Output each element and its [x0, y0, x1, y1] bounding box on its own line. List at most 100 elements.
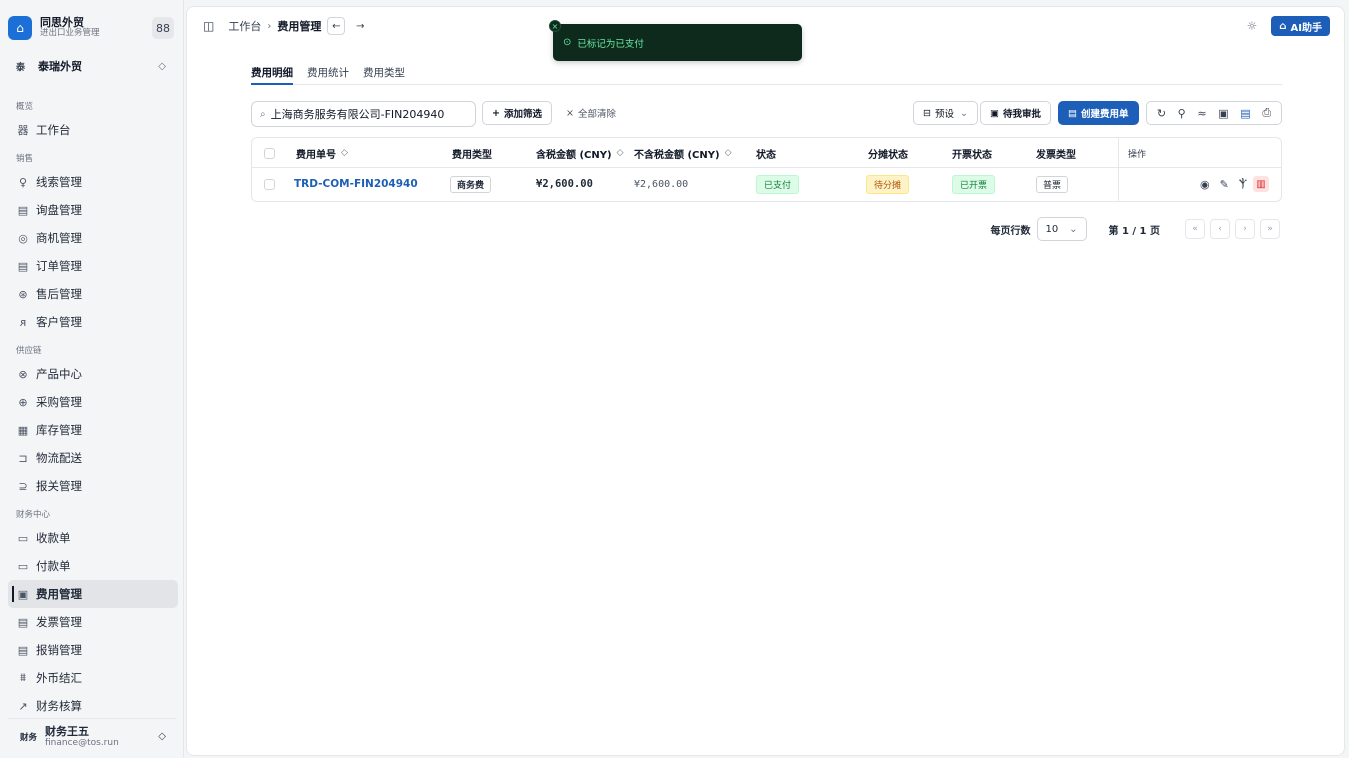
- refresh-icon[interactable]: ↻: [1157, 107, 1166, 120]
- sidebar-toggle-icon[interactable]: ◫: [203, 19, 214, 33]
- create-expense-label: 创建费用单: [1080, 109, 1129, 120]
- x-icon: ×: [566, 107, 574, 119]
- close-icon[interactable]: ×: [549, 20, 561, 32]
- sidebar-item-fx-settlement[interactable]: ⩩ 外币结汇: [8, 664, 178, 692]
- column-type: 费用类型: [452, 149, 492, 161]
- row-checkbox[interactable]: [264, 178, 275, 190]
- sidebar-item-purchasing[interactable]: ⊕ 采购管理: [8, 388, 178, 416]
- preset-label: 预设: [934, 109, 954, 120]
- select-all-checkbox[interactable]: [264, 147, 275, 159]
- file-icon[interactable]: ▤: [1240, 107, 1250, 120]
- customs-icon: ⊇: [18, 479, 28, 493]
- add-filter-button[interactable]: + 添加筛选: [482, 101, 552, 125]
- sidebar-item-dashboard[interactable]: 器工作台: [8, 116, 178, 144]
- sidebar-item-payments[interactable]: ▭ 付款单: [8, 552, 178, 580]
- toolbar: ⌕ 上海商务服务有限公司-FIN204940 + 添加筛选 × 全部清除 ⊟ 预…: [251, 101, 1282, 127]
- chevron-down-icon: ⌄: [959, 107, 968, 119]
- tab-expense-details[interactable]: 费用明细: [251, 61, 293, 85]
- sidebar-item-label: 询盘管理: [36, 203, 82, 217]
- header-label: 不含税金额 (CNY): [634, 149, 720, 161]
- app-subtitle: 进出口业务管理: [40, 28, 100, 39]
- package-icon: ⊕: [18, 395, 28, 409]
- sidebar-item-accounting[interactable]: ↗ 财务核算: [8, 692, 178, 720]
- back-arrow-icon[interactable]: ←: [327, 17, 346, 35]
- sidebar-item-receipts[interactable]: ▭ 收款单: [8, 524, 178, 552]
- expense-table: 费用单号 ◇ 费用类型 含税金额 (CNY) ◇ 不含税金额 (CNY) ◇ 状态 分…: [251, 137, 1282, 202]
- breadcrumb-root[interactable]: 工作台: [228, 18, 261, 34]
- pending-approval-button[interactable]: ▣ 待我审批: [980, 101, 1051, 125]
- page-info: 第 1 / 1 页: [1108, 225, 1161, 237]
- sidebar-item-reimbursements[interactable]: ▤ 报销管理: [8, 636, 178, 664]
- target-icon: ◎: [18, 231, 28, 245]
- sort-icon: ◇: [341, 148, 348, 158]
- truck-icon: ⊐: [18, 451, 28, 465]
- column-tax-incl[interactable]: 含税金额 (CNY) ◇: [536, 138, 624, 168]
- create-expense-button[interactable]: ▤ 创建费用单: [1058, 101, 1139, 125]
- next-page-icon[interactable]: ›: [1235, 219, 1255, 239]
- sidebar-item-label: 订单管理: [36, 259, 82, 273]
- bug-icon[interactable]: ☼: [1247, 19, 1258, 33]
- last-page-icon[interactable]: »: [1260, 219, 1280, 239]
- pencil-icon[interactable]: ✎: [1220, 178, 1229, 191]
- preset-dropdown[interactable]: ⊟ 预设 ⌄: [913, 101, 978, 125]
- forward-arrow-icon[interactable]: →: [351, 17, 369, 35]
- trash-icon[interactable]: ▥: [1253, 176, 1269, 192]
- sidebar-item-customs[interactable]: ⊇ 报关管理: [8, 472, 178, 500]
- user-name: 财务王五: [45, 724, 90, 738]
- expense-number-link[interactable]: TRD-COM-FIN204940: [294, 178, 418, 190]
- trend-up-icon: ↗: [18, 699, 28, 713]
- ai-assistant-button[interactable]: ⌂ AI助手: [1271, 16, 1330, 36]
- building-icon: ⌂: [8, 16, 32, 40]
- sidebar-item-label: 外币结汇: [36, 671, 82, 685]
- clear-all-button[interactable]: × 全部清除: [557, 101, 625, 125]
- search-icon: ⌕: [260, 108, 266, 120]
- page-size-value: 10: [1045, 223, 1059, 235]
- sidebar: ⌂ 同思外贸 进出口业务管理 88 泰 泰瑞外贸 ◇ 概览 器工作台 销售 ♀ 线…: [0, 0, 184, 758]
- sidebar-item-inventory[interactable]: ▦ 库存管理: [8, 416, 178, 444]
- table-actions: ↻ ⚲ ≈ ▣ ▤ ⎙: [1146, 101, 1282, 125]
- app-switcher-icon[interactable]: 88: [152, 17, 174, 39]
- product-icon: ⊗: [18, 367, 28, 381]
- sidebar-item-customers[interactable]: ᴙ 客户管理: [8, 308, 178, 336]
- chevron-updown-icon: ◇: [158, 731, 166, 742]
- sidebar-item-aftersales[interactable]: ⊛ 售后管理: [8, 280, 178, 308]
- export-icon[interactable]: ▣: [1218, 107, 1228, 120]
- receipt-icon: ▤: [1068, 107, 1077, 119]
- invoice-icon: ▤: [17, 615, 29, 629]
- column-tax-excl[interactable]: 不含税金额 (CNY) ◇: [634, 138, 732, 168]
- page-size-select[interactable]: 10 ⌄: [1036, 217, 1087, 241]
- sidebar-item-invoices[interactable]: ▤ 发票管理: [8, 608, 178, 636]
- prev-page-icon[interactable]: ‹: [1210, 219, 1230, 239]
- user-icon: ᴙ: [19, 315, 27, 329]
- nav-section-title: 概览: [16, 102, 34, 112]
- sidebar-item-label: 财务核算: [36, 699, 82, 713]
- split-icon[interactable]: Ⲯ: [1239, 177, 1247, 191]
- sidebar-item-label: 商机管理: [36, 231, 82, 245]
- tab-expense-types[interactable]: 费用类型: [363, 61, 405, 85]
- sidebar-item-inquiries[interactable]: ▤ 询盘管理: [8, 196, 178, 224]
- tenant-switcher[interactable]: 泰 泰瑞外贸 ◇: [8, 54, 176, 78]
- first-page-icon[interactable]: «: [1185, 219, 1205, 239]
- columns-icon[interactable]: ≈: [1197, 107, 1206, 120]
- tenant-name: 泰瑞外贸: [38, 60, 82, 73]
- sidebar-item-expenses[interactable]: ▣ 费用管理: [8, 580, 178, 608]
- eye-icon[interactable]: ◉: [1200, 178, 1210, 191]
- sidebar-item-label: 产品中心: [36, 367, 82, 381]
- sidebar-item-orders[interactable]: ▤ 订单管理: [8, 252, 178, 280]
- row-actions: ◉ ✎ Ⲯ ▥: [1190, 169, 1269, 199]
- chevron-updown-icon: ◇: [158, 60, 166, 72]
- sidebar-item-leads[interactable]: ♀ 线索管理: [8, 168, 178, 196]
- sidebar-item-opportunities[interactable]: ◎ 商机管理: [8, 224, 178, 252]
- user-role-badge: 财务: [20, 732, 38, 743]
- user-menu[interactable]: 财务 财务王五 finance@tos.run ◇: [8, 718, 176, 754]
- tab-expense-stats[interactable]: 费用统计: [307, 61, 349, 85]
- pin-icon[interactable]: ⚲: [1178, 107, 1186, 120]
- sidebar-item-products[interactable]: ⊗ 产品中心: [8, 360, 178, 388]
- sidebar-item-logistics[interactable]: ⊐ 物流配送: [8, 444, 178, 472]
- print-icon[interactable]: ⎙: [1262, 106, 1271, 120]
- breadcrumb-current: 费用管理: [277, 20, 322, 33]
- invoice-status-badge: 已开票: [952, 174, 996, 194]
- column-number[interactable]: 费用单号 ◇: [296, 138, 348, 168]
- brand[interactable]: ⌂ 同思外贸 进出口业务管理 88: [8, 8, 176, 48]
- search-input[interactable]: ⌕ 上海商务服务有限公司-FIN204940: [251, 101, 476, 127]
